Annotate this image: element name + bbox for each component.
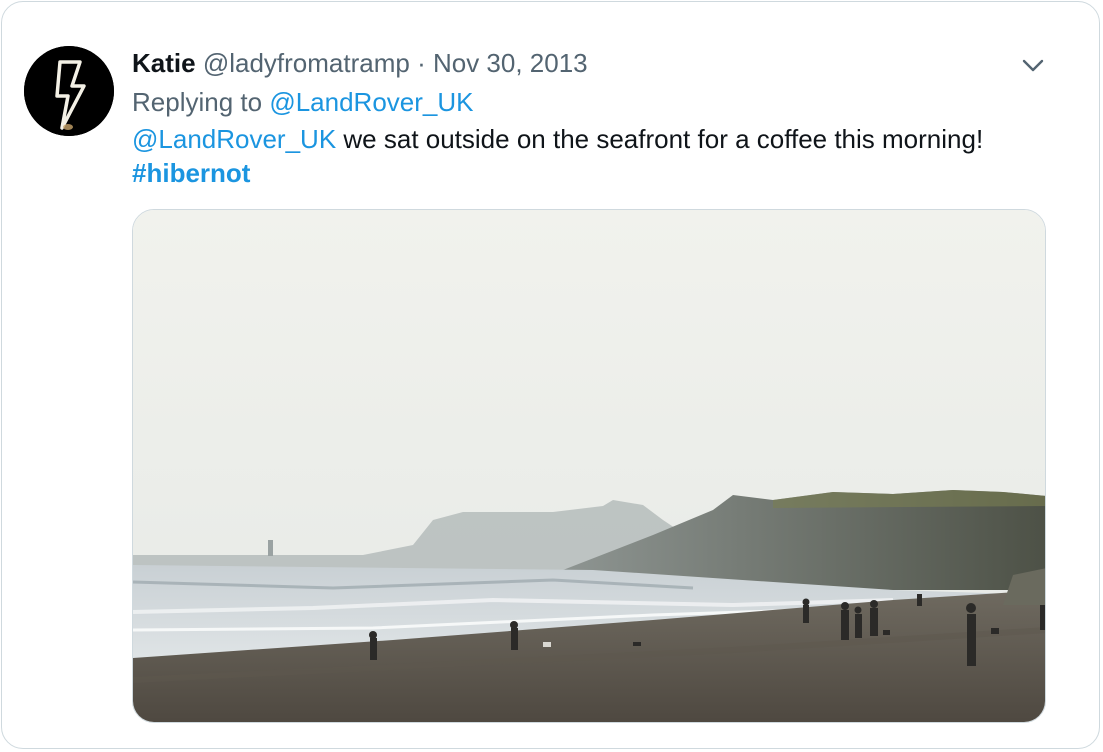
author-handle[interactable]: @ladyfromatramp [203, 48, 410, 78]
replying-to-handle-link[interactable]: @LandRover_UK [269, 87, 473, 117]
chevron-down-icon [1022, 59, 1044, 72]
more-options-button[interactable] [1019, 53, 1047, 77]
lightning-bolt-icon [24, 46, 114, 136]
tweet-card[interactable]: Katie @ladyfromatramp · Nov 30, 2013 Rep… [1, 1, 1100, 749]
tweet-body-text: we sat outside on the seafront for a cof… [336, 124, 984, 154]
header-separator: · [417, 48, 426, 78]
avatar[interactable] [24, 46, 114, 136]
tweet-header: Katie @ladyfromatramp · Nov 30, 2013 [132, 46, 588, 80]
mention-link[interactable]: @LandRover_UK [132, 124, 336, 154]
tweet-photo[interactable] [132, 209, 1046, 723]
tweet-text: @LandRover_UK we sat outside on the seaf… [132, 122, 1062, 190]
hashtag-link[interactable]: #hibernot [132, 158, 250, 188]
replying-to: Replying to @LandRover_UK [132, 85, 473, 119]
beach-photo [133, 210, 1045, 722]
replying-to-label: Replying to [132, 87, 263, 117]
author-name[interactable]: Katie [132, 48, 196, 78]
tweet-date[interactable]: Nov 30, 2013 [433, 48, 588, 78]
